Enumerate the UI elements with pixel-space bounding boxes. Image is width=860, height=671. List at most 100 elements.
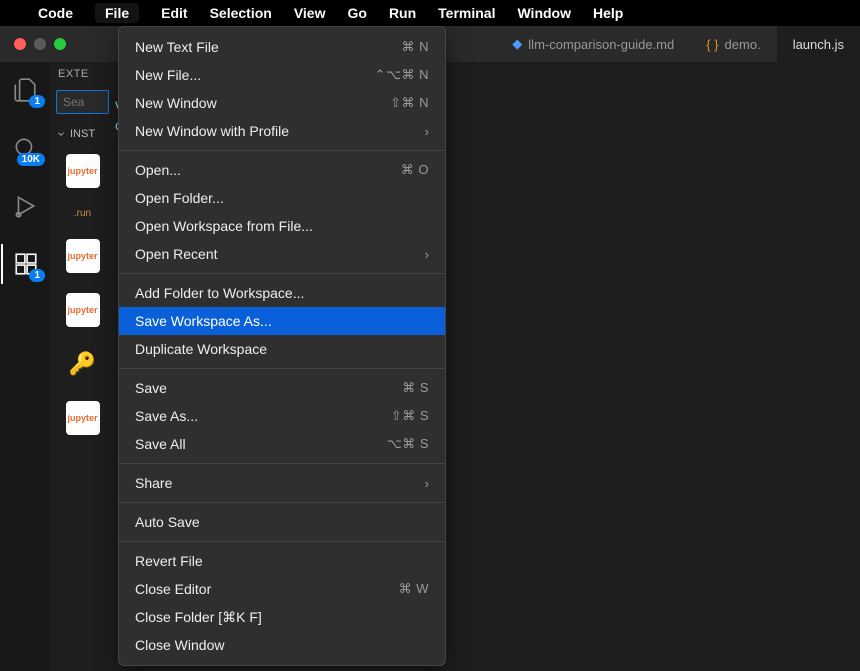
menu-label: New Window [135, 95, 217, 111]
menu-new-file[interactable]: New File... ⌃⌥⌘ N [119, 61, 445, 89]
menubar-item-file[interactable]: File [95, 3, 139, 23]
menu-save-workspace-as[interactable]: Save Workspace As... [119, 307, 445, 335]
submenu-arrow-icon: › [425, 476, 429, 491]
minimize-window-icon[interactable] [34, 38, 46, 50]
editor-tab-llm-guide[interactable]: ◆ llm-comparison-guide.md [496, 26, 690, 62]
activity-run[interactable] [1, 186, 49, 226]
tab-label: demo. [725, 37, 761, 52]
menu-open-recent[interactable]: Open Recent › [119, 240, 445, 268]
menu-auto-save[interactable]: Auto Save [119, 508, 445, 536]
activity-extensions[interactable]: 1 [1, 244, 49, 284]
menu-open-folder[interactable]: Open Folder... [119, 184, 445, 212]
tab-label: launch.js [793, 37, 844, 52]
ext-item[interactable]: 🔑 [50, 337, 115, 391]
menu-separator [119, 502, 445, 503]
menu-label: Open... [135, 162, 181, 178]
file-menu-dropdown: New Text File ⌘ N New File... ⌃⌥⌘ N New Wi… [118, 26, 446, 666]
menubar-item-run[interactable]: Run [389, 5, 416, 21]
menu-open[interactable]: Open... ⌘ O [119, 156, 445, 184]
menu-close-window[interactable]: Close Window [119, 631, 445, 659]
menu-shortcut: ⌘ O [401, 162, 429, 178]
menu-label: Open Recent [135, 246, 218, 262]
submenu-arrow-icon: › [425, 247, 429, 262]
menu-shortcut: ⌥⌘ S [387, 436, 429, 452]
menu-label: Save Workspace As... [135, 313, 272, 329]
extensions-heading: EXTE [50, 62, 115, 86]
menu-share[interactable]: Share› [119, 469, 445, 497]
menu-new-window[interactable]: New Window⇧⌘ N [119, 89, 445, 117]
menu-new-window-profile[interactable]: New Window with Profile › [119, 117, 445, 145]
menu-label: New Window with Profile [135, 123, 289, 139]
menu-separator [119, 273, 445, 274]
extensions-badge: 1 [29, 269, 45, 282]
menu-revert-file[interactable]: Revert File [119, 547, 445, 575]
chevron-down-icon [56, 129, 66, 139]
menu-close-editor[interactable]: Close Editor⌘ W [119, 575, 445, 603]
ext-item[interactable]: jupyter [50, 144, 115, 198]
menu-save-as[interactable]: Save As... ⇧⌘ S [119, 402, 445, 430]
menu-duplicate-workspace[interactable]: Duplicate Workspace [119, 335, 445, 363]
js-file-icon: { } [706, 37, 718, 52]
submenu-arrow-icon: › [425, 124, 429, 139]
menu-label: Save All [135, 436, 186, 452]
close-window-icon[interactable] [14, 38, 26, 50]
menu-add-folder-workspace[interactable]: Add Folder to Workspace... [119, 279, 445, 307]
menu-shortcut: ⌘ S [402, 380, 429, 396]
tab-label: llm-comparison-guide.md [528, 37, 674, 52]
installed-section-header[interactable]: INST [50, 124, 115, 144]
menubar-item-selection[interactable]: Selection [210, 5, 272, 21]
menu-label: Revert File [135, 553, 203, 569]
menu-close-folder[interactable]: Close Folder [⌘K F] [119, 603, 445, 631]
explorer-badge: 1 [29, 95, 45, 108]
menu-new-text-file[interactable]: New Text File ⌘ N [119, 33, 445, 61]
extensions-search-input[interactable] [56, 90, 109, 114]
ext-item[interactable]: jupyter [50, 391, 115, 445]
menu-separator [119, 463, 445, 464]
menu-label: Close Editor [135, 581, 211, 597]
menu-label: Close Folder [⌘K F] [135, 609, 262, 626]
menu-save[interactable]: Save ⌘ S [119, 374, 445, 402]
menu-shortcut: ⇧⌘ S [391, 408, 429, 424]
menu-shortcut: ⌘ N [402, 39, 430, 55]
macos-menubar: Code File Edit Selection View Go Run Ter… [0, 0, 860, 26]
app-name[interactable]: Code [38, 5, 73, 21]
menu-label: Add Folder to Workspace... [135, 285, 304, 301]
menu-label: Save As... [135, 408, 198, 424]
installed-label: INST [70, 128, 95, 140]
menu-separator [119, 541, 445, 542]
activity-explorer[interactable]: 1 [1, 70, 49, 110]
menu-label: Open Workspace from File... [135, 218, 313, 234]
menu-label: New Text File [135, 39, 219, 55]
zoom-window-icon[interactable] [54, 38, 66, 50]
menubar-item-window[interactable]: Window [517, 5, 571, 21]
menubar-item-help[interactable]: Help [593, 5, 623, 21]
menu-open-workspace-file[interactable]: Open Workspace from File... [119, 212, 445, 240]
menu-separator [119, 368, 445, 369]
editor-tab-launch[interactable]: launch.js [777, 26, 860, 62]
menubar-item-view[interactable]: View [294, 5, 326, 21]
extensions-sidebar: EXTE INST jupyter .run jupyter jupyter 🔑… [50, 62, 115, 671]
ext-item[interactable]: jupyter [50, 283, 115, 337]
search-badge: 10K [17, 153, 45, 166]
menubar-item-go[interactable]: Go [347, 5, 366, 21]
menu-label: Close Window [135, 637, 224, 653]
menu-label: Save [135, 380, 167, 396]
extensions-search [56, 90, 109, 114]
run-debug-icon [12, 193, 38, 219]
markdown-file-icon: ◆ [512, 36, 522, 52]
ext-item[interactable]: .run [50, 198, 115, 229]
key-ext-icon: 🔑 [66, 347, 100, 381]
menubar-item-terminal[interactable]: Terminal [438, 5, 495, 21]
menu-label: Duplicate Workspace [135, 341, 267, 357]
editor-tab-demo[interactable]: { } demo. [690, 26, 776, 62]
jupyter-ext-icon: jupyter [66, 154, 100, 188]
ext-item[interactable]: jupyter [50, 229, 115, 283]
jupyter-ext-icon: jupyter [66, 401, 100, 435]
menu-save-all[interactable]: Save All ⌥⌘ S [119, 430, 445, 458]
activity-search[interactable]: 10K [1, 128, 49, 168]
menu-shortcut: ⌃⌥⌘ N [375, 67, 429, 83]
menu-label: Auto Save [135, 514, 200, 530]
menu-label: New File... [135, 67, 201, 83]
menubar-item-edit[interactable]: Edit [161, 5, 187, 21]
traffic-lights [0, 38, 66, 50]
